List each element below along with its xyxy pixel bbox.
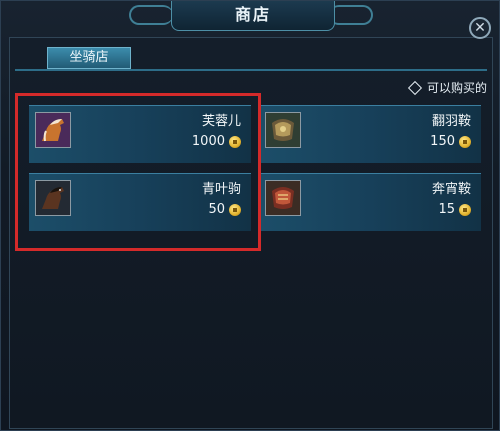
horse-dark-icon — [35, 180, 71, 216]
coin-icon — [229, 135, 241, 148]
horse-chestnut-icon — [35, 112, 71, 148]
item-price: 150 — [430, 134, 471, 149]
shop-item-benxiaoan[interactable]: 奔宵鞍 15 — [259, 173, 481, 231]
item-name: 青叶驹 — [201, 182, 241, 197]
item-price: 15 — [438, 202, 471, 217]
filter-purchasable-toggle[interactable]: 可以购买的 — [407, 79, 487, 96]
window-title: 商店 — [171, 1, 335, 31]
saddle-armor-icon — [265, 112, 301, 148]
item-price: 50 — [208, 202, 241, 217]
coin-icon — [229, 203, 241, 216]
price-value: 50 — [208, 202, 225, 217]
title-ornament-left — [129, 5, 173, 25]
diamond-checkbox-icon[interactable] — [407, 80, 423, 95]
list-side-decoration — [15, 97, 22, 237]
close-button[interactable]: ✕ — [469, 17, 491, 39]
close-icon: ✕ — [474, 20, 486, 36]
price-value: 15 — [438, 202, 455, 217]
tab-mount-shop[interactable]: 坐骑店 — [47, 47, 131, 69]
saddle-red-icon — [265, 180, 301, 216]
item-name: 芙蓉儿 — [201, 114, 241, 129]
item-price: 1000 — [192, 134, 241, 149]
shop-window: 商店 ✕ 坐骑店 可以购买的 芙蓉儿 1000 翻羽鞍 150 青叶驹 50 奔… — [0, 0, 500, 431]
item-name: 翻羽鞍 — [431, 114, 471, 129]
shop-item-fanyuan[interactable]: 翻羽鞍 150 — [259, 105, 481, 163]
filter-label: 可以购买的 — [426, 81, 487, 95]
price-value: 150 — [430, 134, 455, 149]
coin-icon — [459, 203, 471, 216]
shop-item-furonger[interactable]: 芙蓉儿 1000 — [29, 105, 251, 163]
shop-item-qingyeju[interactable]: 青叶驹 50 — [29, 173, 251, 231]
title-ornament-right — [329, 5, 373, 25]
tab-underline — [15, 69, 487, 71]
item-name: 奔宵鞍 — [431, 182, 471, 197]
price-value: 1000 — [191, 134, 225, 149]
coin-icon — [459, 135, 471, 148]
